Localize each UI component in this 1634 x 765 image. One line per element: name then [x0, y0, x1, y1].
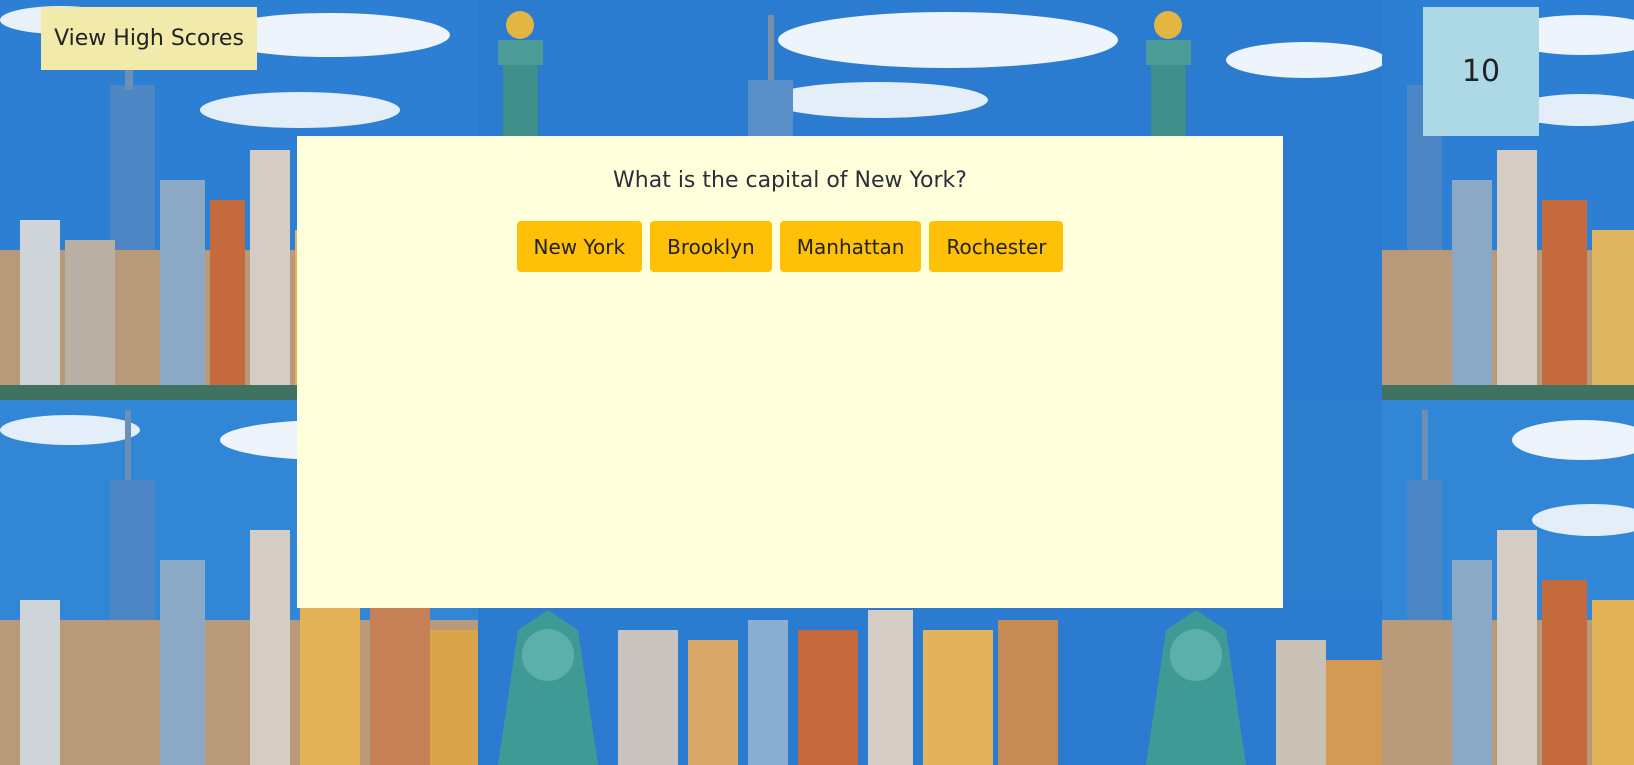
answer-button-manhattan[interactable]: Manhattan: [779, 221, 922, 272]
answer-button-new-york[interactable]: New York: [516, 221, 643, 272]
quiz-card: What is the capital of New York? New Yor…: [297, 136, 1283, 608]
answer-button-rochester[interactable]: Rochester: [929, 221, 1064, 272]
timer-display: 10: [1423, 7, 1539, 136]
answer-button-brooklyn[interactable]: Brooklyn: [650, 221, 772, 272]
question-text: What is the capital of New York?: [613, 168, 967, 193]
skyline-tile: [1382, 400, 1634, 765]
statue-tile: [1126, 600, 1382, 765]
statue-tile: [478, 600, 1126, 765]
answer-group: New York Brooklyn Manhattan Rochester: [297, 221, 1283, 272]
view-high-scores-button[interactable]: View High Scores: [41, 7, 257, 70]
